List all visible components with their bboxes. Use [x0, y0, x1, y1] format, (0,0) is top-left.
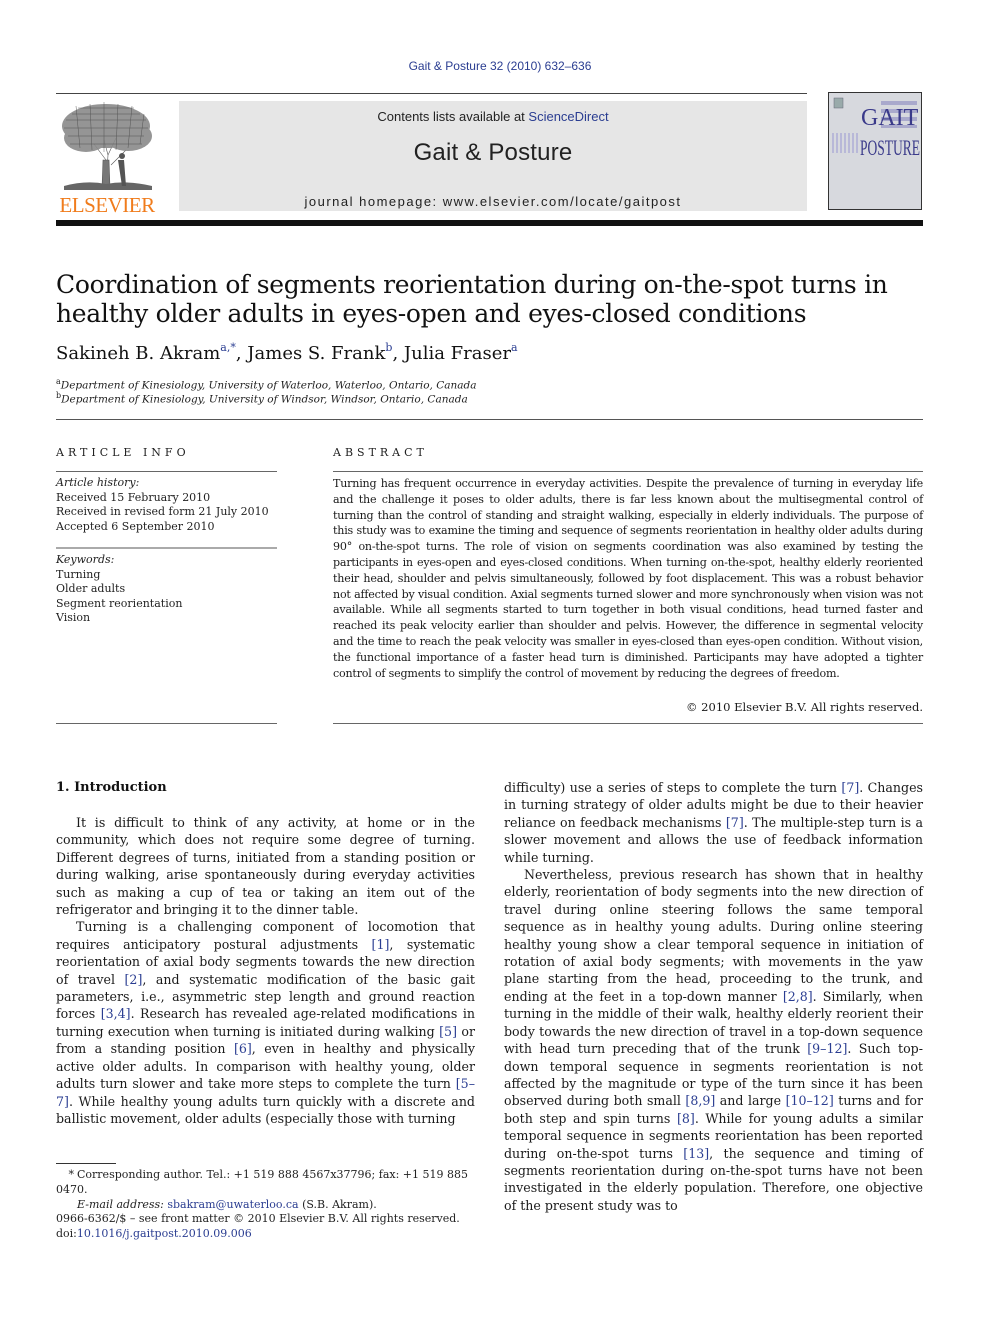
citation-link[interactable]: [1]	[372, 937, 390, 952]
contents-line: Contents lists available at ScienceDirec…	[179, 109, 807, 124]
author-affiliation-marker[interactable]: b	[385, 341, 392, 354]
history-accepted: Accepted 6 September 2010	[56, 519, 215, 533]
corresponding-author-footnote: * Corresponding author. Tel.: +1 519 888 …	[56, 1167, 486, 1212]
cover-art-icon: GAIT POSTURE	[832, 97, 920, 160]
header-thick-rule	[56, 220, 923, 226]
paragraph-text: . While healthy young adults turn quickl…	[56, 1093, 475, 1126]
citation-link[interactable]: [3,4]	[101, 1006, 131, 1021]
title-separator-rule	[56, 419, 923, 420]
cover-title-gait: GAIT	[861, 105, 919, 131]
article-info-rule	[56, 471, 277, 472]
keyword: Segment reorientation	[56, 596, 183, 610]
footnote-rule	[56, 1163, 116, 1164]
author-name[interactable]: Sakineh B. Akram	[56, 343, 220, 364]
sciencedirect-link[interactable]: ScienceDirect	[528, 109, 608, 124]
abstract-copyright: © 2010 Elsevier B.V. All rights reserved…	[686, 700, 923, 714]
journal-cover-thumbnail: GAIT POSTURE	[828, 92, 922, 210]
article-title: Coordination of segments reorientation d…	[56, 270, 888, 328]
affiliation: bDepartment of Kinesiology, University o…	[56, 391, 468, 406]
body-paragraph: It is difficult to think of any activity…	[56, 814, 475, 918]
keywords: Keywords: Turning Older adults Segment r…	[56, 553, 182, 626]
paragraph-text: and large	[715, 1093, 786, 1109]
affiliation-text: Department of Kinesiology, University of…	[60, 379, 477, 392]
author-affiliation-marker[interactable]: a,*	[220, 341, 236, 354]
body-paragraph: Turning is a challenging component of lo…	[56, 918, 475, 1127]
body-paragraph: Nevertheless, previous research has show…	[504, 866, 923, 1214]
keyword: Older adults	[56, 582, 126, 595]
section-heading-introduction: 1. Introduction	[56, 780, 167, 795]
keywords-label: Keywords:	[56, 553, 115, 566]
elsevier-wordmark: ELSEVIER	[59, 193, 155, 217]
keywords-rule	[56, 547, 277, 549]
affiliation-text: Department of Kinesiology, University of…	[61, 393, 468, 406]
citation-link[interactable]: [5]	[439, 1024, 457, 1039]
issn-line: 0966-6362/$ – see front matter © 2010 El…	[56, 1212, 460, 1225]
email-label: E-mail address:	[77, 1198, 168, 1211]
doi-link[interactable]: 10.1016/j.gaitpost.2010.09.006	[77, 1227, 252, 1240]
author-name[interactable]: Julia Fraser	[404, 343, 511, 364]
citation-link[interactable]: [7]	[841, 780, 859, 795]
body-column-right: difficulty) use a series of steps to com…	[504, 779, 923, 1214]
citation-link[interactable]: [13]	[683, 1146, 709, 1161]
citation-link[interactable]: [6]	[234, 1041, 252, 1056]
abstract-text: Turning has frequent occurrence in every…	[333, 477, 923, 680]
doi-prefix: doi:	[56, 1227, 77, 1240]
author-list: Sakineh B. Akrama,*, James S. Frankb, Ju…	[56, 341, 518, 364]
paragraph-text: difficulty) use a series of steps to com…	[504, 780, 842, 795]
journal-header-banner: Contents lists available at ScienceDirec…	[179, 101, 807, 211]
corresponding-author-text: Corresponding author. Tel.: +1 519 888 4…	[56, 1168, 468, 1196]
article-history-label: Article history:	[56, 476, 140, 489]
abstract-heading: ABSTRACT	[333, 446, 428, 459]
article-info-heading: ARTICLE INFO	[56, 446, 190, 459]
article-history: Article history: Received 15 February 20…	[56, 476, 269, 534]
history-received: Received 15 February 2010	[56, 490, 211, 504]
paragraph-text: It is difficult to think of any activity…	[56, 815, 475, 918]
journal-title: Gait & Posture	[413, 139, 573, 166]
abstract-end-rule	[333, 723, 923, 724]
body-column-left: It is difficult to think of any activity…	[56, 814, 475, 1127]
header-rule	[56, 93, 807, 94]
email-suffix: (S.B. Akram).	[298, 1198, 377, 1211]
paragraph-text: Nevertheless, previous research has show…	[504, 867, 923, 1004]
citation-link[interactable]: [8]	[677, 1111, 695, 1126]
citation-link[interactable]: [2]	[125, 972, 143, 987]
footnote-star: *	[68, 1168, 75, 1181]
citation-link[interactable]: [7]	[726, 815, 744, 830]
article-info-end-rule	[56, 723, 277, 724]
citation-link[interactable]: [10–12]	[786, 1093, 834, 1108]
citation-link[interactable]: [9–12]	[807, 1041, 847, 1056]
author-separator: ,	[392, 343, 404, 364]
journal-homepage[interactable]: journal homepage: www.elsevier.com/locat…	[179, 194, 807, 209]
citation-link[interactable]: [8,9]	[685, 1093, 715, 1108]
contents-prefix: Contents lists available at	[377, 109, 529, 124]
affiliation: aDepartment of Kinesiology, University o…	[56, 377, 477, 392]
author-name[interactable]: James S. Frank	[247, 343, 385, 364]
email-link[interactable]: sbakram@uwaterloo.ca	[167, 1198, 298, 1211]
history-revised: Received in revised form 21 July 2010	[56, 505, 269, 518]
cover-title-posture: POSTURE	[860, 135, 920, 160]
body-paragraph: difficulty) use a series of steps to com…	[504, 779, 923, 866]
author-separator: ,	[235, 343, 248, 364]
abstract-rule	[333, 471, 923, 472]
citation-link[interactable]: [2,8]	[783, 989, 813, 1004]
author-affiliation-marker[interactable]: a	[511, 341, 518, 354]
keyword: Vision	[56, 611, 91, 624]
issn-doi-block: 0966-6362/$ – see front matter © 2010 El…	[56, 1211, 460, 1241]
keyword: Turning	[56, 567, 101, 581]
tree-icon	[62, 102, 152, 190]
journal-reference-link[interactable]: Gait & Posture 32 (2010) 632–636	[0, 59, 992, 73]
